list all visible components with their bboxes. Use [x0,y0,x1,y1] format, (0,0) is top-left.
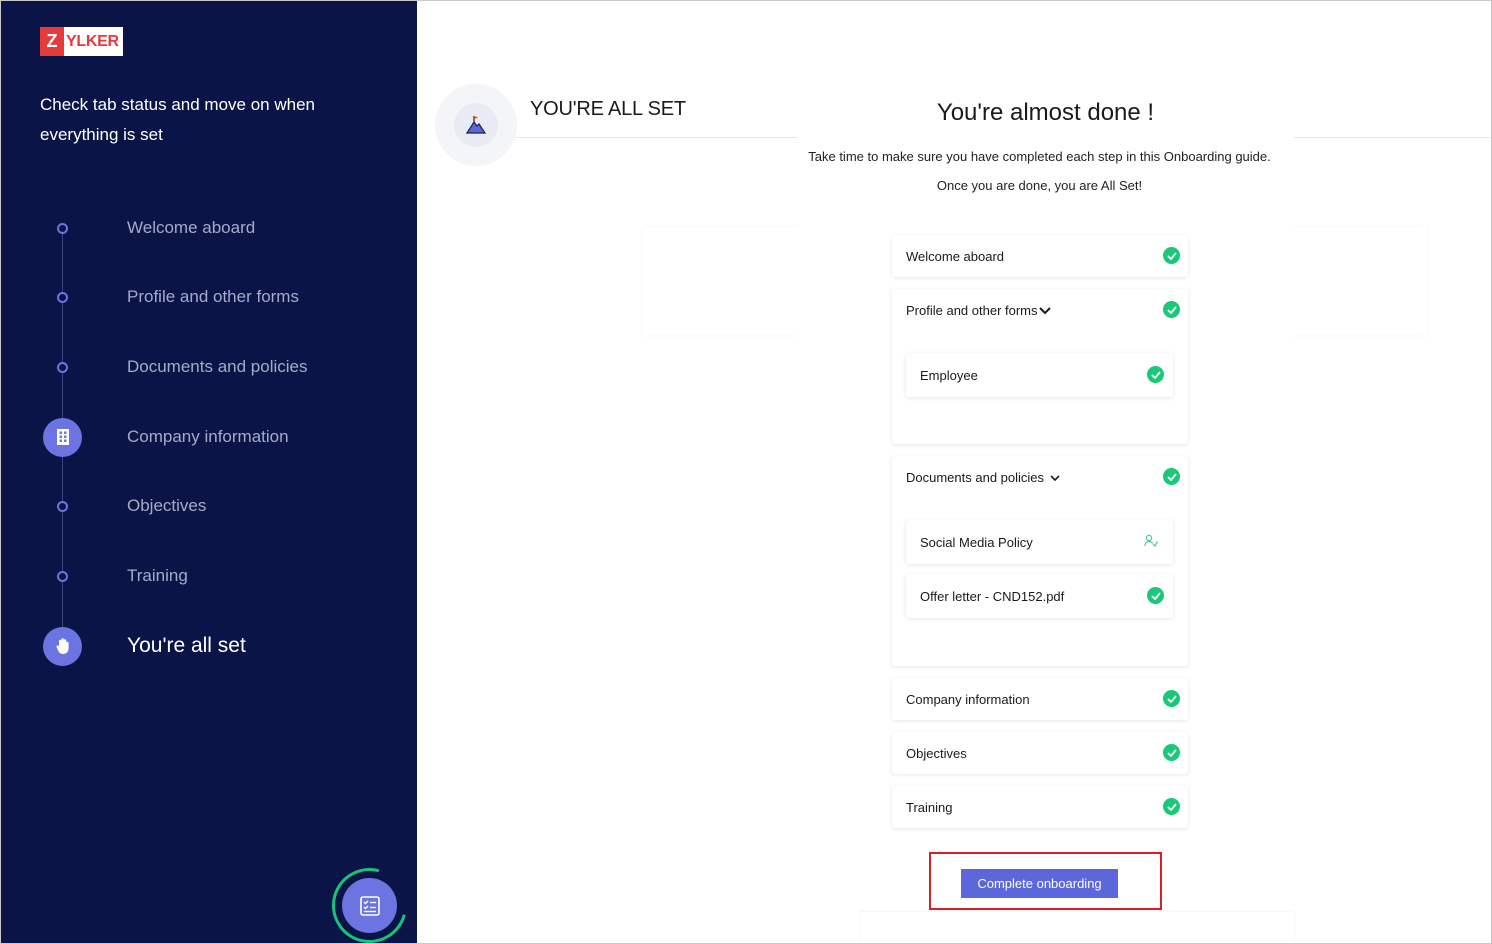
step-dot-icon [57,291,68,303]
sidebar-item-profile[interactable]: Profile and other forms [0,277,417,317]
check-icon [1147,587,1164,604]
check-icon [1163,798,1180,815]
sidebar-item-label: Documents and policies [127,357,308,376]
complete-onboarding-button[interactable]: Complete onboarding [961,869,1118,898]
sidebar-item-label: Objectives [127,496,207,515]
sub-item-label: Social Media Policy [920,535,1033,550]
checklist-item-training[interactable]: Training [892,786,1188,828]
check-icon [1163,247,1180,264]
dialog-subtitle: Take time to make sure you have complete… [808,149,1271,164]
step-dot-icon [57,500,68,512]
dialog-title: You're almost done ! [936,99,1155,126]
sidebar: Z YLKER Check tab status and move on whe… [0,0,421,944]
checklist-item-profile[interactable]: Profile and other forms Employee [892,289,1188,444]
checklist-item-company[interactable]: Company information [892,678,1188,720]
sub-item-label: Offer letter - CND152.pdf [920,589,1065,604]
checklist-item-welcome[interactable]: Welcome aboard [892,235,1188,277]
sidebar-item-objectives[interactable]: Objectives [0,486,417,526]
mountain-flag-icon [454,103,498,147]
check-icon [1163,468,1180,485]
chevron-down-icon[interactable] [1038,307,1051,315]
hand-icon [43,626,82,666]
checklist-button[interactable] [342,878,397,933]
item-label-text: Profile and other forms [906,303,1038,318]
sidebar-item-documents[interactable]: Documents and policies [0,347,417,387]
checklist-item-documents[interactable]: Documents and policies Social Media Poli… [892,456,1188,666]
checklist-icon [359,895,380,916]
check-icon [1163,690,1180,707]
check-icon [1147,366,1164,383]
check-icon [1163,301,1180,318]
item-label: Objectives [906,746,967,761]
sidebar-item-company[interactable]: Company information [0,417,417,457]
step-dot-icon [57,570,68,582]
logo-letter: Z [40,27,64,56]
sub-item-social-media-policy[interactable]: Social Media Policy [906,520,1173,564]
sidebar-item-all-set[interactable]: You're all set [0,626,417,666]
section-icon-badge [435,84,517,166]
sub-item-employee[interactable]: Employee [906,353,1173,397]
step-dot-icon [57,222,68,234]
building-icon [43,417,82,457]
step-dot-icon [57,361,68,373]
user-sign-icon [1144,534,1159,553]
sidebar-item-label: You're all set [127,634,246,657]
sidebar-item-label: Profile and other forms [127,287,299,306]
item-label: Welcome aboard [906,249,1005,264]
sidebar-item-label: Company information [127,427,289,446]
checklist-item-objectives[interactable]: Objectives [892,732,1188,774]
item-label: Company information [906,692,1030,707]
sidebar-item-label: Welcome aboard [127,218,256,237]
item-label: Documents and policies [906,470,1060,485]
background-list-peek [860,912,1294,944]
sidebar-heading: Check tab status and move on when everyt… [40,95,315,144]
dialog-subtitle-2: Once you are done, you are All Set! [936,178,1143,193]
background-card [1284,227,1427,335]
check-icon [1163,744,1180,761]
sub-item-label: Employee [920,368,978,383]
item-label-text: Documents and policies [906,470,1045,485]
sidebar-item-welcome[interactable]: Welcome aboard [0,208,417,248]
sidebar-item-label: Training [127,566,188,585]
zylker-logo: Z YLKER [40,27,123,56]
chevron-down-icon[interactable] [1050,475,1060,482]
section-title: YOU'RE ALL SET [530,98,686,120]
item-label: Training [906,800,953,815]
sub-item-offer-letter[interactable]: Offer letter - CND152.pdf [906,574,1173,618]
logo-text: YLKER [66,32,119,50]
sidebar-item-training[interactable]: Training [0,556,417,596]
item-label: Profile and other forms [906,303,1051,318]
